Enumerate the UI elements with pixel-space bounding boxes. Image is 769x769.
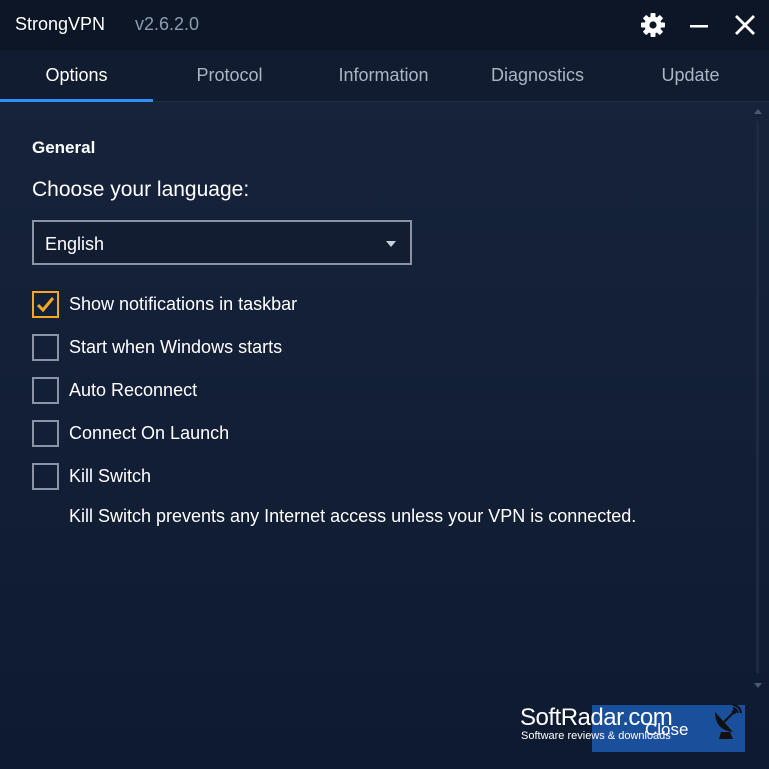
close-icon[interactable] [730, 10, 760, 40]
scrollbar[interactable] [751, 103, 765, 690]
checkbox-start-with-windows[interactable] [32, 334, 59, 361]
title-bar[interactable]: StrongVPN v2.6.2.0 [0, 0, 769, 50]
app-window: StrongVPN v2.6.2.0 Options Protocol Info… [0, 0, 769, 769]
option-label: Kill Switch [69, 466, 152, 486]
tab-information[interactable]: Information [307, 50, 460, 101]
tab-bar: Options Protocol Information Diagnostics… [0, 50, 769, 102]
tab-protocol[interactable]: Protocol [153, 50, 306, 101]
option-label: Start when Windows starts [69, 337, 283, 357]
chevron-down-icon [386, 241, 396, 247]
option-label: Auto Reconnect [69, 380, 198, 400]
checkbox-show-notifications[interactable] [32, 291, 59, 318]
option-label: Connect On Launch [69, 423, 230, 443]
checkbox-auto-reconnect[interactable] [32, 377, 59, 404]
kill-switch-description: Kill Switch prevents any Internet access… [69, 506, 637, 526]
tab-options[interactable]: Options [0, 50, 153, 102]
gear-icon[interactable] [638, 10, 668, 40]
scroll-up-arrow-icon[interactable] [754, 109, 762, 114]
close-button-label: Close [645, 720, 689, 739]
section-title-general: General [32, 138, 96, 157]
checkbox-kill-switch[interactable] [32, 463, 59, 490]
close-button[interactable]: Close [592, 705, 745, 752]
scroll-down-arrow-icon[interactable] [754, 683, 762, 688]
language-label: Choose your language: [32, 178, 250, 201]
app-name: StrongVPN [15, 14, 106, 34]
scroll-track[interactable] [756, 121, 759, 673]
language-dropdown[interactable]: English [32, 220, 412, 265]
checkbox-connect-on-launch[interactable] [32, 420, 59, 447]
app-version: v2.6.2.0 [135, 14, 200, 34]
tab-update[interactable]: Update [614, 50, 767, 101]
option-label: Show notifications in taskbar [69, 294, 298, 314]
language-selected-value: English [45, 234, 105, 254]
minimize-icon[interactable] [684, 10, 714, 40]
tab-diagnostics[interactable]: Diagnostics [461, 50, 614, 101]
checkmark-icon [36, 297, 55, 313]
